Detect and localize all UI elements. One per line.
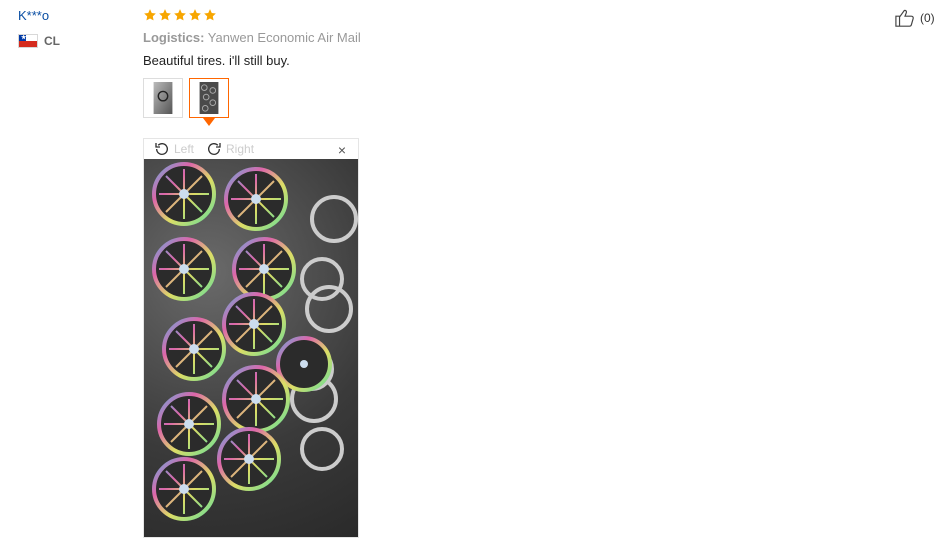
active-thumbnail-caret (203, 118, 215, 126)
star-icon (204, 9, 216, 21)
review-body: Logistics: Yanwen Economic Air Mail Beau… (143, 8, 843, 126)
thumbnail-image (199, 82, 219, 114)
close-icon[interactable]: × (338, 142, 346, 158)
thumbnail-photo-1[interactable] (143, 78, 183, 118)
star-icon (174, 9, 186, 21)
rotate-left-button[interactable]: Left (154, 141, 194, 157)
country-code: CL (44, 34, 60, 48)
rotate-right-button[interactable]: Right (206, 141, 254, 157)
reviewer-country: ★ CL (18, 34, 128, 48)
thumbnail-photo-2[interactable] (189, 78, 229, 126)
star-icon (189, 9, 201, 21)
thumbs-up-icon[interactable] (894, 8, 916, 28)
wheel-keychains-image (152, 162, 358, 521)
chile-flag-icon: ★ (18, 34, 38, 48)
review-comment: Beautiful tires. i'll still buy. (143, 53, 290, 68)
star-icon (144, 9, 156, 21)
thumbnail-image (153, 82, 173, 114)
rotate-right-label: Right (226, 142, 255, 156)
star-rating (143, 8, 843, 22)
viewer-toolbar: Left Right (144, 139, 358, 159)
review-photo (144, 159, 358, 537)
rotate-left-label: Left (174, 142, 195, 156)
photo-thumbnails (143, 78, 843, 126)
helpful-vote: (0) (894, 8, 936, 28)
rotate-right-icon (208, 143, 221, 155)
photo-viewer: Left Right × (143, 138, 359, 538)
logistics-value: Yanwen Economic Air Mail (207, 30, 361, 45)
helpful-count: (0) (920, 11, 935, 25)
logistics-info: Logistics: Yanwen Economic Air Mail (143, 30, 843, 45)
star-icon (159, 9, 171, 21)
rotate-left-icon (155, 143, 168, 155)
reviewer-info: K***o ★ CL (18, 8, 128, 48)
logistics-label: Logistics: (143, 30, 205, 45)
reviewer-name[interactable]: K***o (18, 8, 128, 24)
